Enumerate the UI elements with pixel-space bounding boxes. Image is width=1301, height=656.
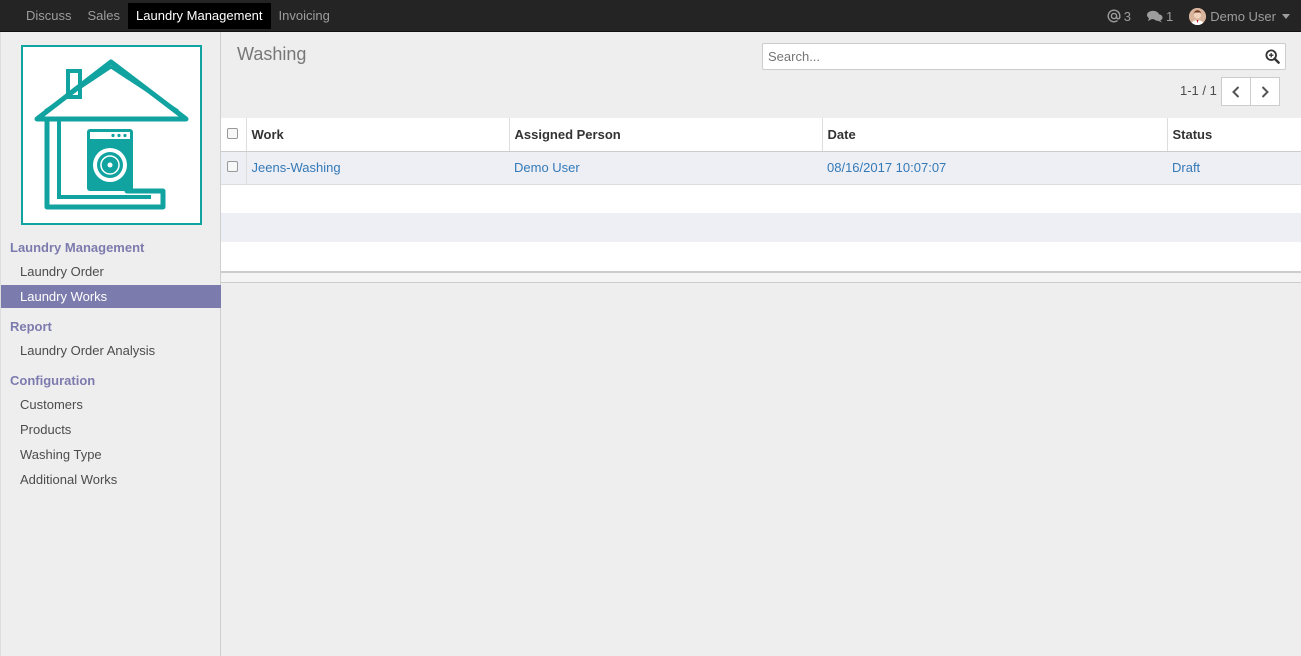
- at-icon: [1107, 9, 1121, 23]
- company-logo: [21, 45, 202, 225]
- sidebar-item-customers[interactable]: Customers: [1, 393, 221, 416]
- cell-date[interactable]: 08/16/2017 10:07:07: [822, 151, 1167, 185]
- column-header-assigned-person[interactable]: Assigned Person: [509, 118, 823, 152]
- messages-button[interactable]: 1: [1147, 9, 1173, 24]
- cell-assigned-person[interactable]: Demo User: [509, 151, 822, 185]
- sidebar-section-configuration: Configuration: [10, 373, 96, 388]
- sidebar-section-report: Report: [10, 319, 52, 334]
- mentions-button[interactable]: 3: [1107, 9, 1131, 24]
- sidebar-item-additional-works[interactable]: Additional Works: [1, 468, 221, 491]
- select-all-cell: [221, 118, 247, 152]
- sidebar: Laundry Management Laundry Order Laundry…: [0, 32, 221, 656]
- page-title: Washing: [237, 44, 307, 64]
- chevron-left-icon: [1232, 85, 1240, 98]
- menu-invoicing[interactable]: Invoicing: [271, 3, 338, 29]
- list-view: Work Assigned Person Date Status Jeens-W…: [221, 118, 1301, 283]
- select-all-checkbox[interactable]: [227, 127, 238, 139]
- menu-discuss[interactable]: Discuss: [18, 3, 80, 29]
- menu-sales[interactable]: Sales: [80, 3, 129, 29]
- messages-count: 1: [1166, 8, 1174, 24]
- row-select-cell: [221, 151, 247, 185]
- top-navbar: Discuss Sales Laundry Management Invoici…: [0, 0, 1301, 32]
- sidebar-item-products[interactable]: Products: [1, 418, 221, 441]
- row-checkbox[interactable]: [227, 161, 238, 172]
- systray: 3 1 Demo User: [1091, 0, 1293, 32]
- chevron-right-icon: [1261, 85, 1269, 98]
- sidebar-section-laundry-management: Laundry Management: [10, 240, 145, 255]
- empty-row: [221, 213, 1301, 242]
- column-header-work[interactable]: Work: [246, 118, 510, 152]
- sidebar-item-laundry-order[interactable]: Laundry Order: [1, 260, 221, 283]
- search-box: [762, 43, 1286, 70]
- pager-value[interactable]: 1-1 / 1: [1180, 83, 1217, 98]
- column-header-status[interactable]: Status: [1167, 118, 1301, 152]
- app-menu: Discuss Sales Laundry Management Invoici…: [18, 3, 338, 29]
- search-input[interactable]: [763, 44, 1253, 69]
- table-header-row: Work Assigned Person Date Status: [221, 118, 1301, 152]
- empty-row: [221, 184, 1301, 213]
- cell-work[interactable]: Jeens-Washing: [246, 151, 509, 185]
- comments-icon: [1147, 10, 1163, 22]
- sidebar-item-washing-type[interactable]: Washing Type: [1, 443, 221, 466]
- sidebar-item-laundry-works[interactable]: Laundry Works: [1, 285, 221, 308]
- avatar: [1189, 7, 1207, 25]
- laundry-house-logo-icon: [34, 59, 189, 210]
- user-menu[interactable]: Demo User: [1189, 7, 1293, 25]
- works-table: Work Assigned Person Date Status Jeens-W…: [221, 118, 1301, 271]
- cell-status[interactable]: Draft: [1167, 151, 1301, 185]
- caret-down-icon: [1282, 13, 1290, 19]
- search-icon[interactable]: [1265, 49, 1280, 67]
- sidebar-item-laundry-order-analysis[interactable]: Laundry Order Analysis: [1, 339, 221, 362]
- table-footer: [221, 271, 1301, 283]
- column-header-date[interactable]: Date: [822, 118, 1168, 152]
- pager-next-button[interactable]: [1250, 77, 1280, 106]
- empty-row: [221, 242, 1301, 271]
- user-name: Demo User: [1210, 8, 1276, 24]
- mentions-count: 3: [1123, 8, 1132, 24]
- menu-laundry-management[interactable]: Laundry Management: [128, 3, 271, 29]
- table-row[interactable]: Jeens-Washing Demo User 08/16/2017 10:07…: [221, 151, 1301, 185]
- pager-previous-button[interactable]: [1221, 77, 1251, 106]
